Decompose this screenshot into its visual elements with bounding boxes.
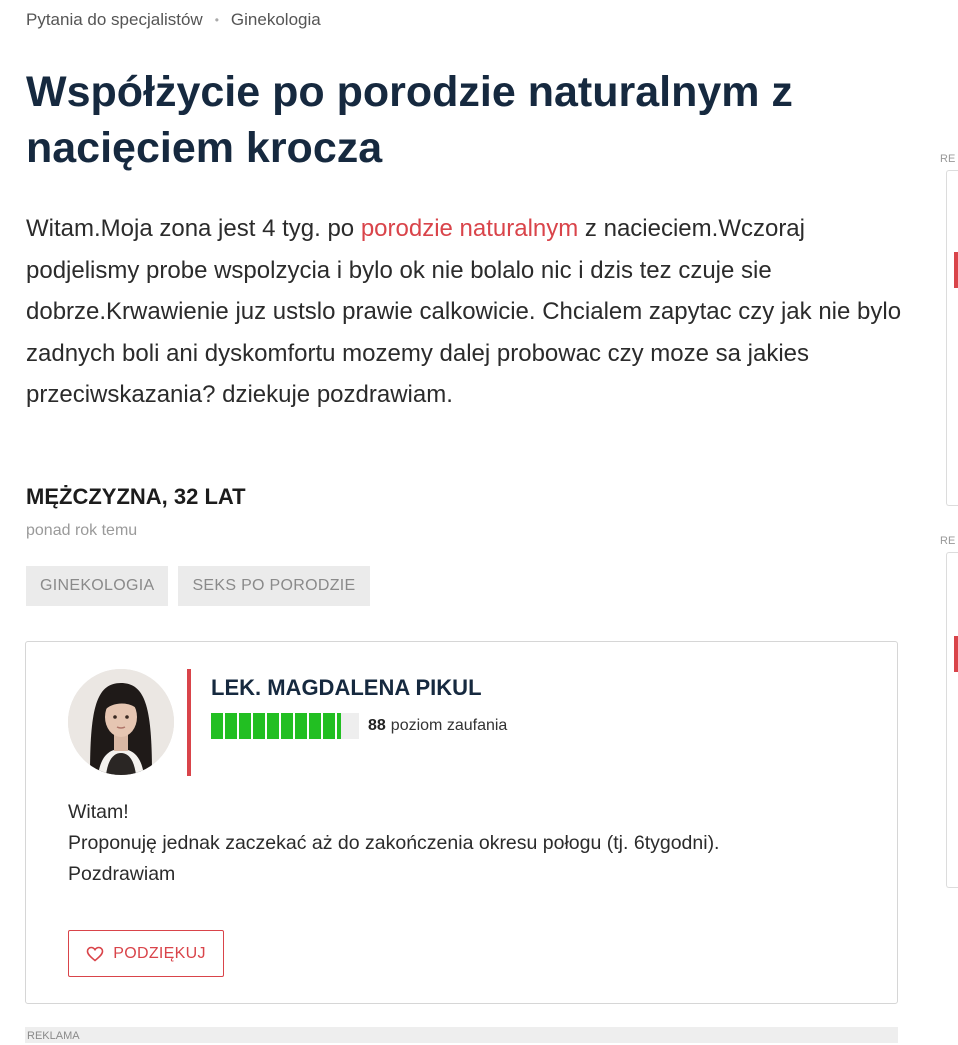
question-body: Witam.Moja zona jest 4 tyg. po porodzie … [26, 208, 906, 416]
thanks-button[interactable]: PODZIĘKUJ [68, 930, 224, 977]
doctor-portrait-icon [68, 669, 174, 775]
heart-outline-icon [86, 946, 104, 962]
trust-bar-fill [211, 713, 342, 739]
side-ad-accent [954, 252, 958, 288]
trust-label: poziom zaufania [390, 717, 508, 734]
trust-level: 88 poziom zaufania [211, 713, 507, 739]
breadcrumb-separator: • [214, 13, 219, 27]
tag-gynecology[interactable]: GINEKOLOGIA [26, 566, 169, 606]
question-time: ponad rok temu [26, 522, 138, 539]
question-text-start: Witam.Moja zona jest 4 tyg. po [26, 215, 361, 242]
answer-line: Pozdrawiam [68, 863, 176, 885]
answer-line: Witam! [68, 801, 129, 823]
question-author: MĘŻCZYZNA, 32 LAT [26, 484, 246, 509]
side-ad-label: RE [940, 535, 956, 547]
side-ad-box[interactable] [946, 170, 958, 506]
trust-score: 88 [368, 717, 386, 734]
answer-card: LEK. MAGDALENA PIKUL 88 poziom zaufania … [25, 641, 898, 1004]
doctor-avatar[interactable] [68, 669, 174, 775]
answer-line: Proponuję jednak zaczekać aż do zakończe… [68, 832, 720, 854]
tag-list: GINEKOLOGIA SEKS PO PORODZIE [26, 566, 370, 606]
doctor-name[interactable]: LEK. MAGDALENA PIKUL [211, 675, 482, 701]
breadcrumb-item-gynecology[interactable]: Ginekologia [231, 10, 321, 30]
question-text-end: z nacieciem.Wczoraj podjelismy probe wsp… [26, 215, 902, 408]
breadcrumb-item-specialists[interactable]: Pytania do specjalistów [26, 10, 203, 30]
trust-bar [211, 713, 359, 739]
natural-birth-link[interactable]: porodzie naturalnym [361, 215, 578, 242]
tag-sex-after-birth[interactable]: SEKS PO PORODZIE [178, 566, 370, 606]
side-ad-accent [954, 636, 958, 672]
side-ad-label: RE [940, 153, 956, 165]
doctor-divider [187, 669, 191, 776]
side-ad-box[interactable] [946, 552, 958, 888]
answer-text: Witam! Proponuję jednak zaczekać aż do z… [68, 797, 868, 890]
page-title: Współżycie po porodzie naturalnym z naci… [26, 68, 793, 172]
thanks-label: PODZIĘKUJ [113, 944, 206, 962]
breadcrumb: Pytania do specjalistów • Ginekologia [26, 10, 321, 30]
